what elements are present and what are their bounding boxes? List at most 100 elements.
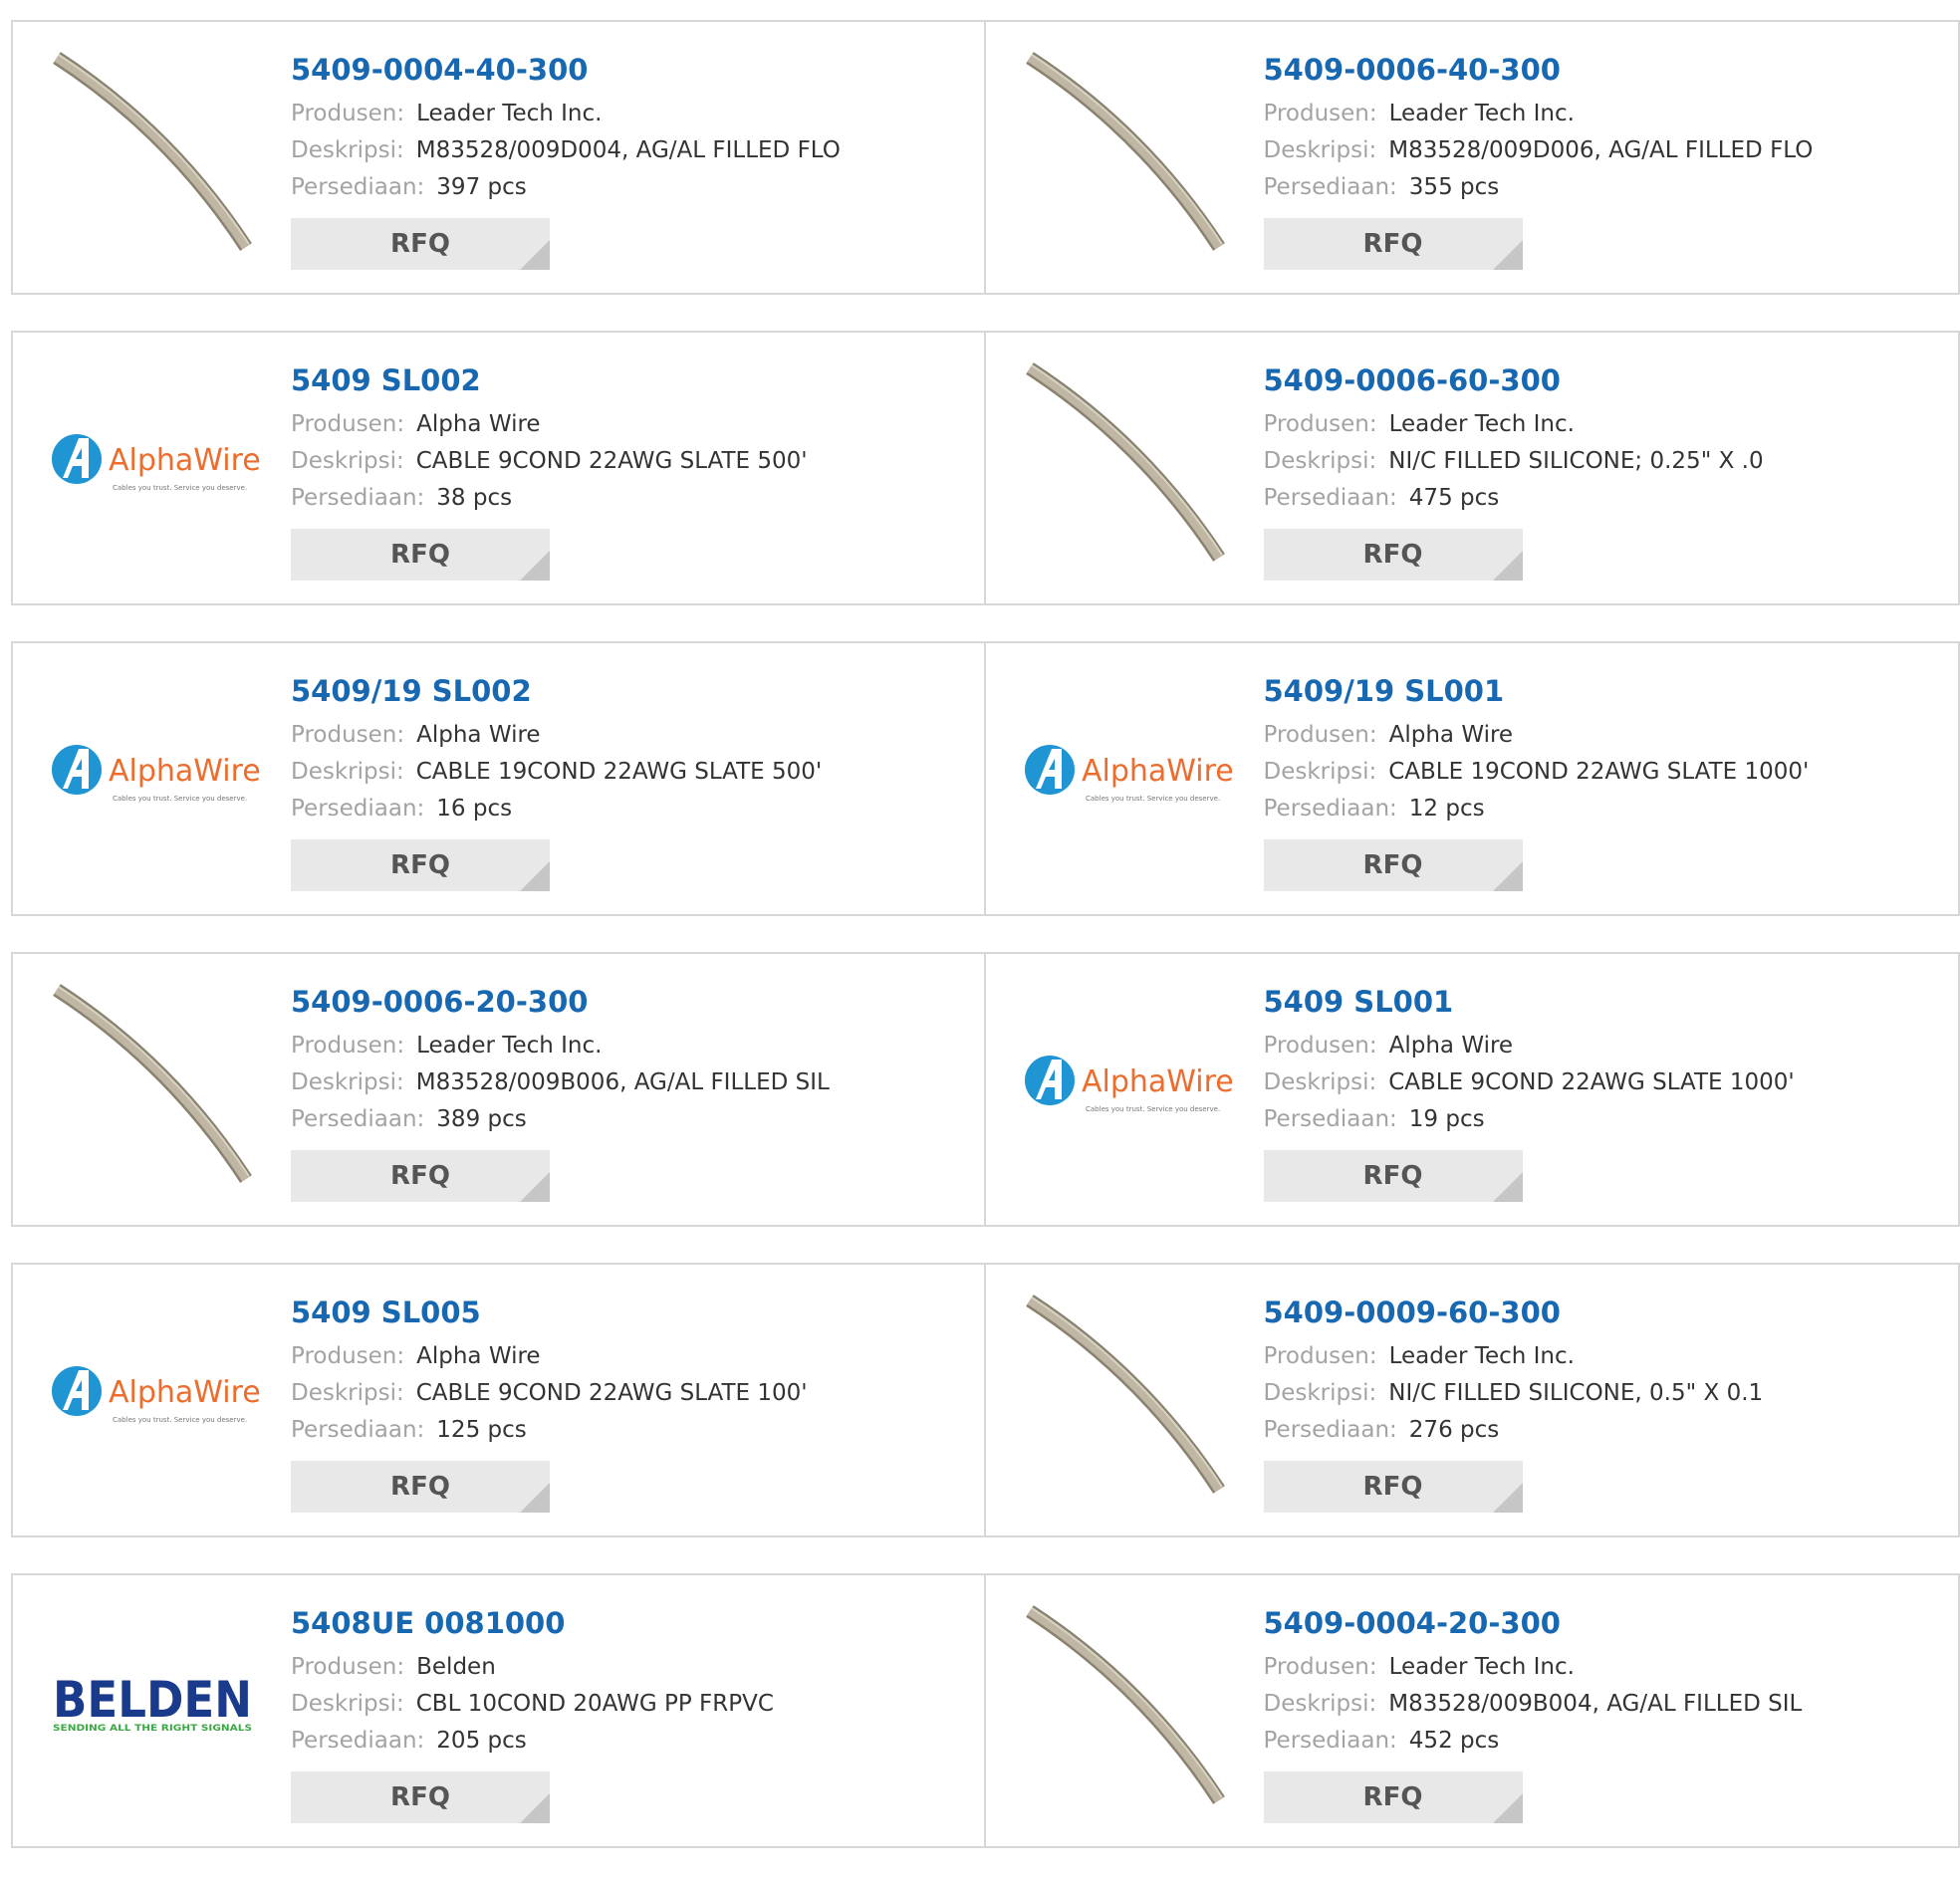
corner-triangle-icon [520, 1483, 550, 1513]
product-image[interactable] [51, 52, 260, 251]
product-info: 5409-0006-40-300 Produsen: Leader Tech Inc… [1263, 52, 1814, 270]
description-field: Deskripsi: M83528/009B004, AG/AL FILLED S… [1264, 1686, 1803, 1723]
part-number-link[interactable]: 5409/19 SL002 [291, 673, 822, 709]
stock-field-label: Persediaan: [1263, 1106, 1397, 1132]
product-info: 5409/19 SL002 Produsen: Alpha Wire Deskrips… [291, 673, 822, 891]
corner-triangle-icon [1492, 1483, 1523, 1513]
product-info: 5409 SL002 Produsen: Alpha Wire Deskripsi: C… [291, 362, 808, 581]
stock-field-value: 475 pcs [1408, 485, 1500, 511]
alphawire-logo[interactable]: AlphaWire Cables you trust. Service you … [51, 362, 260, 562]
manufacturer-field-value: Alpha Wire [416, 1343, 541, 1369]
rfq-button[interactable]: RFQ [291, 839, 550, 891]
description-field-label: Deskripsi: [291, 1069, 404, 1095]
part-number-link[interactable]: 5409-0004-40-300 [291, 52, 841, 88]
description-field-value: CBL 10COND 20AWG PP FRPVC [415, 1691, 774, 1717]
part-number-link[interactable]: 5409 SL001 [1264, 984, 1795, 1020]
rfq-button[interactable]: RFQ [1263, 1461, 1523, 1513]
corner-triangle-icon [520, 861, 550, 891]
part-number-link[interactable]: 5409-0004-20-300 [1264, 1605, 1803, 1641]
rfq-button[interactable]: RFQ [1263, 218, 1523, 270]
product-image[interactable] [1024, 362, 1233, 562]
svg-text:BELDEN: BELDEN [53, 1671, 252, 1729]
product-info: 5408UE 0081000 Produsen: Belden Deskripsi: C… [291, 1605, 774, 1823]
svg-text:AlphaWire: AlphaWire [109, 754, 260, 789]
product-card: 5409-0009-60-300 Produsen: Leader Tech Inc… [986, 1265, 1959, 1535]
corner-triangle-icon [1492, 240, 1523, 270]
rfq-button[interactable]: RFQ [291, 218, 550, 270]
product-image[interactable] [51, 984, 260, 1183]
description-field-value: M83528/009D006, AG/AL FILLED FLO [1388, 137, 1814, 163]
product-card: AlphaWire Cables you trust. Service you … [986, 954, 1959, 1225]
part-number-link[interactable]: 5409 SL002 [291, 362, 808, 398]
product-card: BELDEN SENDING ALL THE RIGHT SIGNALS 540… [13, 1575, 986, 1846]
stock-field: Persediaan: 12 pcs [1264, 791, 1810, 827]
manufacturer-field-label: Produsen: [291, 101, 405, 126]
manufacturer-field-value: Leader Tech Inc. [1388, 101, 1575, 126]
product-image[interactable] [1024, 1605, 1233, 1804]
rfq-button[interactable]: RFQ [291, 1461, 550, 1513]
rfq-button[interactable]: RFQ [1263, 529, 1523, 581]
part-number-link[interactable]: 5409/19 SL001 [1264, 673, 1810, 709]
rfq-button-label: RFQ [390, 1161, 450, 1191]
rfq-button[interactable]: RFQ [1263, 839, 1523, 891]
part-number-link[interactable]: 5409-0006-40-300 [1264, 52, 1814, 88]
part-number-link[interactable]: 5409-0006-60-300 [1264, 362, 1764, 398]
product-card: AlphaWire Cables you trust. Service you … [13, 1265, 986, 1535]
rfq-button[interactable]: RFQ [291, 1150, 550, 1202]
manufacturer-field-label: Produsen: [1263, 1343, 1377, 1369]
description-field: Deskripsi: M83528/009D004, AG/AL FILLED F… [291, 132, 841, 169]
product-info: 5409-0006-60-300 Produsen: Leader Tech Inc… [1263, 362, 1764, 581]
part-number-link[interactable]: 5409 SL005 [291, 1295, 808, 1330]
description-field-label: Deskripsi: [291, 448, 404, 474]
alphawire-logo[interactable]: AlphaWire Cables you trust. Service you … [51, 1295, 260, 1494]
product-row: 5409-0004-40-300 Produsen: Leader Tech Inc… [11, 20, 1960, 295]
rfq-button-label: RFQ [1362, 1782, 1423, 1812]
product-image[interactable] [1024, 52, 1233, 251]
description-field-value: CABLE 9COND 22AWG SLATE 100' [415, 1380, 808, 1406]
part-number-link[interactable]: 5409-0006-20-300 [291, 984, 830, 1020]
rfq-button-label: RFQ [1362, 229, 1423, 259]
stock-field-label: Persediaan: [291, 1728, 425, 1754]
stock-field-value: 205 pcs [436, 1728, 527, 1754]
description-field: Deskripsi: CABLE 19COND 22AWG SLATE 500' [291, 754, 822, 791]
alphawire-logo[interactable]: AlphaWire Cables you trust. Service you … [1024, 984, 1233, 1183]
product-card: AlphaWire Cables you trust. Service you … [13, 333, 986, 603]
description-field: Deskripsi: CBL 10COND 20AWG PP FRPVC [291, 1686, 774, 1723]
description-field: Deskripsi: NI/C FILLED SILICONE; 0.25" X … [1264, 443, 1764, 480]
description-field: Deskripsi: CABLE 19COND 22AWG SLATE 1000' [1264, 754, 1810, 791]
product-image[interactable] [1024, 1295, 1233, 1494]
product-info: 5409 SL001 Produsen: Alpha Wire Deskripsi: C… [1263, 984, 1795, 1202]
manufacturer-field-value: Leader Tech Inc. [416, 101, 603, 126]
rfq-button[interactable]: RFQ [291, 529, 550, 581]
svg-text:AlphaWire: AlphaWire [109, 1375, 260, 1410]
part-number-link[interactable]: 5408UE 0081000 [291, 1605, 774, 1641]
alphawire-logo[interactable]: AlphaWire Cables you trust. Service you … [51, 673, 260, 872]
belden-logo[interactable]: BELDEN SENDING ALL THE RIGHT SIGNALS [51, 1605, 260, 1804]
description-field-label: Deskripsi: [291, 137, 404, 163]
corner-triangle-icon [1492, 861, 1523, 891]
manufacturer-field-value: Leader Tech Inc. [1388, 411, 1575, 437]
rfq-button-label: RFQ [390, 1472, 450, 1502]
alphawire-logo[interactable]: AlphaWire Cables you trust. Service you … [1024, 673, 1233, 872]
product-card: 5409-0006-20-300 Produsen: Leader Tech Inc… [13, 954, 986, 1225]
stock-field: Persediaan: 16 pcs [291, 791, 822, 827]
manufacturer-field-label: Produsen: [1263, 411, 1377, 437]
description-field-value: M83528/009B006, AG/AL FILLED SIL [415, 1069, 830, 1095]
description-field: Deskripsi: CABLE 9COND 22AWG SLATE 1000' [1264, 1064, 1795, 1101]
stock-field-label: Persediaan: [291, 796, 425, 822]
stock-field-label: Persediaan: [1263, 1417, 1397, 1443]
rfq-button[interactable]: RFQ [1263, 1771, 1523, 1823]
product-card: 5409-0006-60-300 Produsen: Leader Tech Inc… [986, 333, 1959, 603]
manufacturer-field: Produsen: Leader Tech Inc. [291, 1028, 830, 1064]
manufacturer-field: Produsen: Leader Tech Inc. [291, 96, 841, 132]
rfq-button[interactable]: RFQ [1263, 1150, 1523, 1202]
part-number-link[interactable]: 5409-0009-60-300 [1264, 1295, 1764, 1330]
stock-field-label: Persediaan: [1263, 485, 1397, 511]
svg-text:AlphaWire: AlphaWire [109, 443, 260, 478]
rfq-button[interactable]: RFQ [291, 1771, 550, 1823]
corner-triangle-icon [520, 1172, 550, 1202]
rfq-button-label: RFQ [390, 850, 450, 880]
manufacturer-field-value: Leader Tech Inc. [1388, 1343, 1575, 1369]
manufacturer-field-value: Alpha Wire [1388, 722, 1514, 748]
stock-field-label: Persediaan: [1263, 1728, 1397, 1754]
